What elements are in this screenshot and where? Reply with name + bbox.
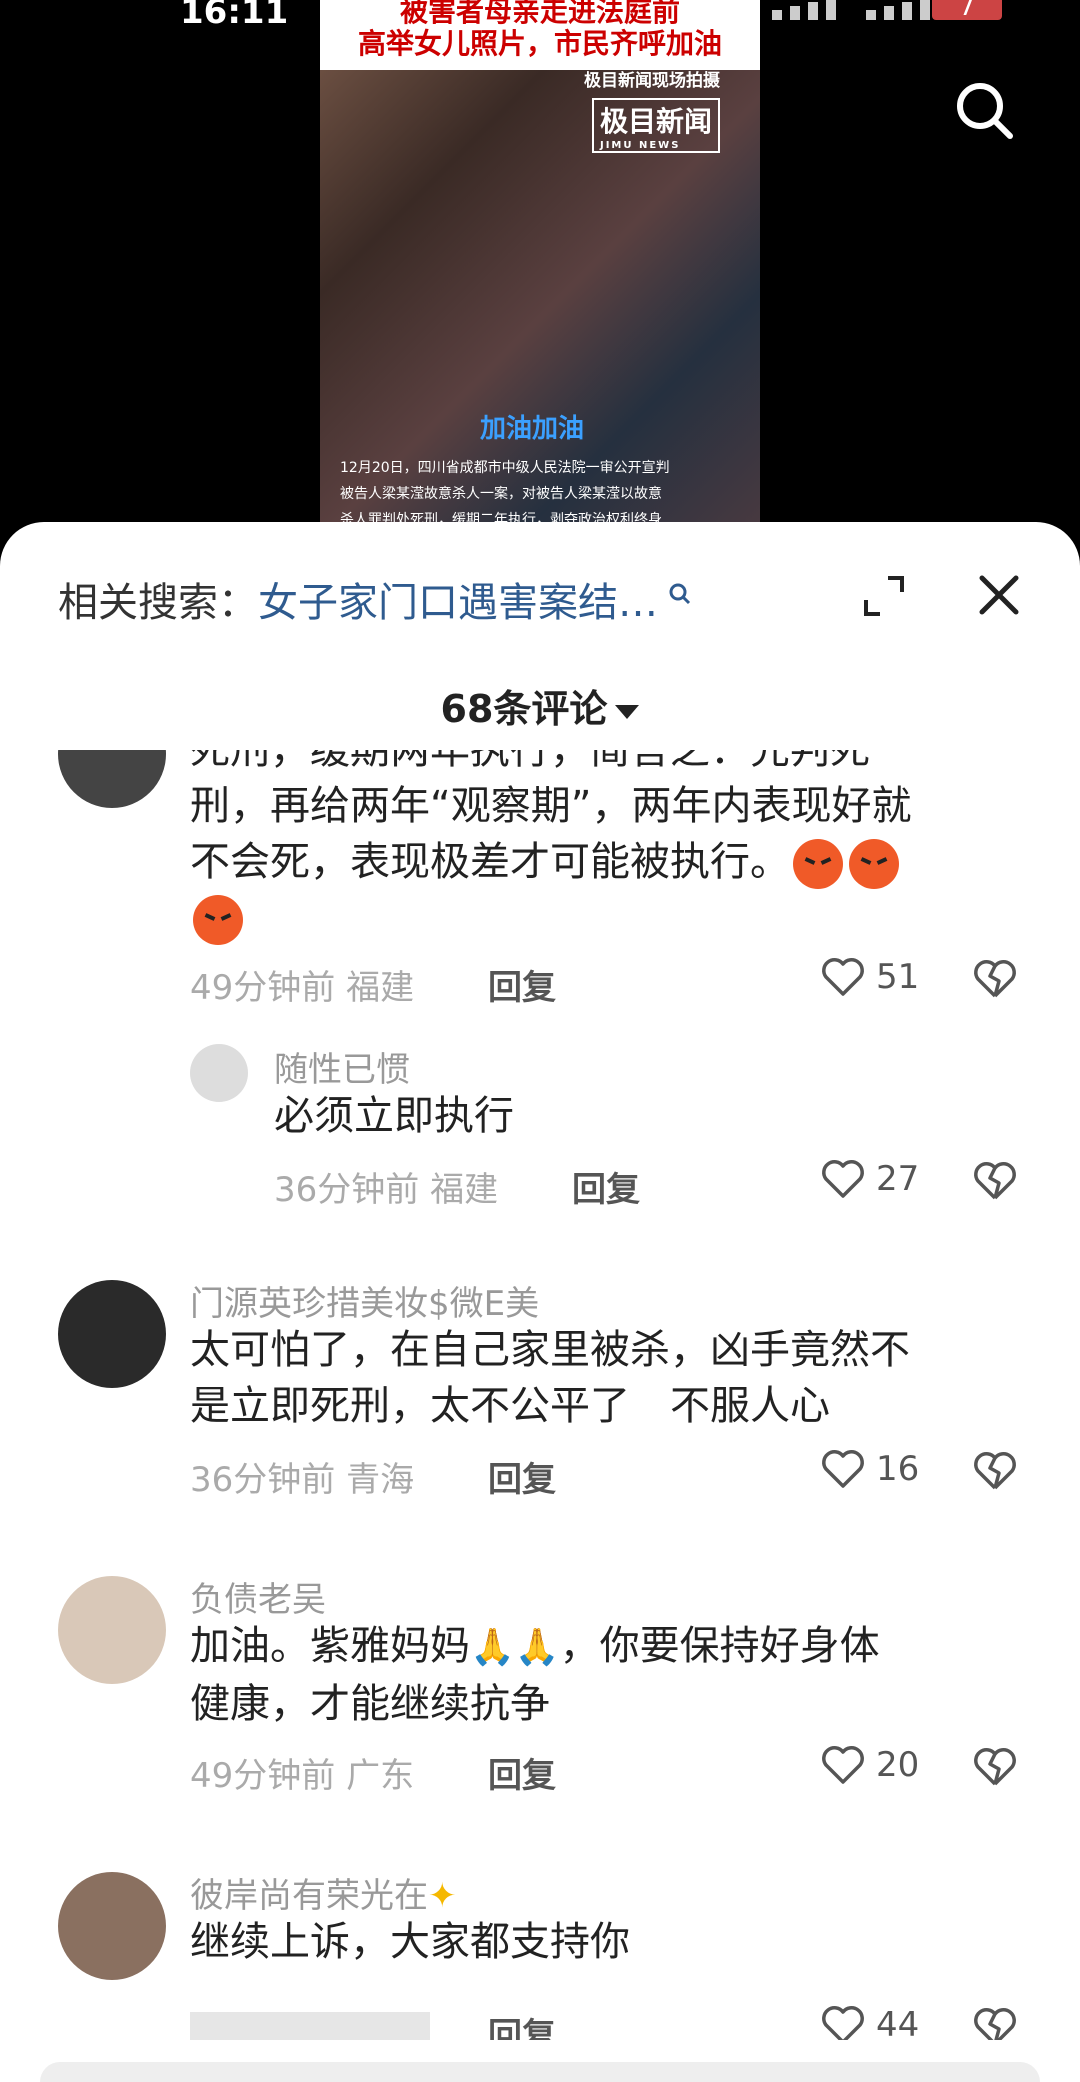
comment-text-line: 健康，才能继续抗争 <box>190 1681 550 1727</box>
logo-subtext: JIMU NEWS <box>599 140 681 151</box>
comment-region: 福建 <box>346 968 415 1008</box>
dislike-button[interactable] <box>972 958 1018 1004</box>
search-small-icon <box>669 583 691 605</box>
caption-line: 被告人梁某滢故意杀人一案，对被告人梁某滢以故意 <box>340 486 662 502</box>
battery-icon: 7 <box>932 0 1002 20</box>
status-time: 16:11 <box>180 0 289 32</box>
comment-input-bar[interactable] <box>40 2062 1040 2082</box>
comment-region: 广东 <box>346 1756 415 1796</box>
dislike-button[interactable] <box>972 1450 1018 1496</box>
comment-meta: 49分钟前 福建 <box>190 960 414 1009</box>
avatar[interactable] <box>190 1044 248 1102</box>
comment-username[interactable]: 彼岸尚有荣光在✦ <box>190 1868 457 1917</box>
comment-region: 青海 <box>346 1460 415 1500</box>
dislike-button[interactable] <box>972 1160 1018 1206</box>
reply-button[interactable]: 回复 <box>488 1748 556 1797</box>
comment-count[interactable]: 68条评论 <box>0 678 1080 733</box>
like-count: 16 <box>876 1449 920 1489</box>
avatar[interactable] <box>58 1576 166 1684</box>
praying-hands-icon: 🙏🙏 <box>470 1627 560 1668</box>
dislike-button[interactable] <box>972 1746 1018 1792</box>
related-search-query[interactable]: 女子家门口遇害案结… <box>258 570 658 628</box>
reply-button[interactable]: 回复 <box>488 960 556 1009</box>
like-button[interactable]: 20 <box>820 1744 919 1786</box>
comment-time: 49分钟前 <box>190 1756 336 1796</box>
comment-sheet: 相关搜索： 女子家门口遇害案结… 68条评论 死刑，缓期两年执行，简言之：先判死… <box>0 522 1080 2082</box>
comment-text-segment: 加油。紫雅妈妈 <box>190 1623 470 1669</box>
comment-meta-placeholder <box>190 2012 430 2040</box>
comment-text: 继续上诉，大家都支持你 <box>190 1919 630 1965</box>
reply-button[interactable]: 回复 <box>488 2008 556 2040</box>
comment-text: 加油。紫雅妈妈🙏🙏，你要保持好身体 健康，才能继续抗争 <box>190 1618 1050 1732</box>
like-count: 44 <box>876 2005 920 2040</box>
caption-line: 12月20日，四川省成都市中级人民法院一审公开宣判 <box>340 460 670 476</box>
broken-heart-icon <box>974 1452 1016 1490</box>
comment-text-segment: 不会死，表现极差才可能被执行。 <box>190 839 790 885</box>
like-count: 27 <box>876 1159 920 1199</box>
signal-icon <box>772 0 930 20</box>
comment-text: 太可怕了，在自己家里被杀，凶手竟然不 是立即死刑，太不公平了 不服人心 <box>190 1322 1050 1434</box>
comment-time: 36分钟前 <box>190 1460 336 1500</box>
comment-text-line: 是立即死刑，太不公平了 不服人心 <box>190 1383 830 1429</box>
star-icon: ✦ <box>428 1876 457 1916</box>
broken-heart-icon <box>974 2008 1016 2040</box>
avatar[interactable] <box>58 1280 166 1388</box>
like-button[interactable]: 51 <box>820 956 919 998</box>
comment-meta: 49分钟前 广东 <box>190 1748 414 1797</box>
broken-heart-icon <box>974 960 1016 998</box>
comment-text: 死刑，缓期两年执行，简言之：先判死 刑，再给两年“观察期”，两年内表现好就 不会… <box>190 750 1050 946</box>
logo-text: 极目新闻 <box>599 105 712 138</box>
comment-time: 49分钟前 <box>190 968 336 1008</box>
heart-icon <box>822 1160 864 1198</box>
like-button[interactable]: 16 <box>820 1448 919 1490</box>
angry-emoji-icon <box>793 839 843 889</box>
comment-username-text: 彼岸尚有荣光在 <box>190 1876 428 1916</box>
angry-emoji-icon <box>193 895 243 945</box>
like-button[interactable]: 44 <box>820 2004 919 2040</box>
video-player[interactable]: 被害者母亲走进法庭前 高举女儿照片，市民齐呼加油 极目新闻现场拍摄 极目新闻 JI… <box>320 0 760 540</box>
comment-username[interactable]: 门源英珍措美妆$微E美 <box>190 1276 539 1325</box>
angry-emoji-icon <box>849 839 899 889</box>
comment-text-line: 加油。紫雅妈妈🙏🙏，你要保持好身体 <box>190 1618 1050 1676</box>
like-button[interactable]: 27 <box>820 1158 919 1200</box>
search-icon[interactable] <box>954 80 1014 140</box>
comment-text-line: 刑，再给两年“观察期”，两年内表现好就 <box>190 783 912 829</box>
heart-icon <box>822 958 864 996</box>
dislike-button[interactable] <box>972 2006 1018 2040</box>
like-count: 51 <box>876 957 920 997</box>
reply-button[interactable]: 回复 <box>572 1162 640 1211</box>
comment-count-label: 68条评论 <box>440 687 608 731</box>
news-logo: 极目新闻 JIMU NEWS <box>591 98 720 153</box>
broken-heart-icon <box>974 1748 1016 1786</box>
avatar[interactable] <box>58 1872 166 1980</box>
comment-list[interactable]: 死刑，缓期两年执行，简言之：先判死 刑，再给两年“观察期”，两年内表现好就 不会… <box>0 750 1080 2040</box>
comment-text-segment: ，你要保持好身体 <box>559 1623 880 1669</box>
chevron-down-icon <box>615 704 640 719</box>
comment-username[interactable]: 负债老吴 <box>190 1572 326 1621</box>
avatar[interactable] <box>58 750 166 808</box>
comment-time: 36分钟前 <box>274 1170 420 1210</box>
related-search[interactable]: 相关搜索： 女子家门口遇害案结… <box>58 570 692 628</box>
reply-button[interactable]: 回复 <box>488 1452 556 1501</box>
comment-text-line: 死刑，缓期两年执行，简言之：先判死 <box>190 750 870 773</box>
comment-region: 福建 <box>430 1170 499 1210</box>
heart-icon <box>822 2006 864 2040</box>
related-search-label: 相关搜索： <box>58 580 258 626</box>
comment-text: 必须立即执行 <box>274 1093 514 1139</box>
comment-text-line: 太可怕了，在自己家里被杀，凶手竟然不 <box>190 1327 910 1373</box>
expand-icon[interactable] <box>862 574 906 618</box>
comment-meta: 36分钟前 福建 <box>274 1162 498 1211</box>
close-icon[interactable] <box>976 572 1022 618</box>
video-cheer-caption: 加油加油 <box>480 414 585 444</box>
heart-icon <box>822 1746 864 1784</box>
like-count: 20 <box>876 1745 920 1785</box>
comment-username[interactable]: 随性已惯 <box>274 1042 410 1091</box>
video-title-line2: 高举女儿照片，市民齐呼加油 <box>357 27 722 60</box>
comment-meta: 36分钟前 青海 <box>190 1452 414 1501</box>
comment-text-line <box>190 890 1050 946</box>
comment-text-line: 不会死，表现极差才可能被执行。 <box>190 834 1050 890</box>
video-source: 极目新闻现场拍摄 <box>584 71 720 91</box>
heart-icon <box>822 1450 864 1488</box>
broken-heart-icon <box>974 1162 1016 1200</box>
